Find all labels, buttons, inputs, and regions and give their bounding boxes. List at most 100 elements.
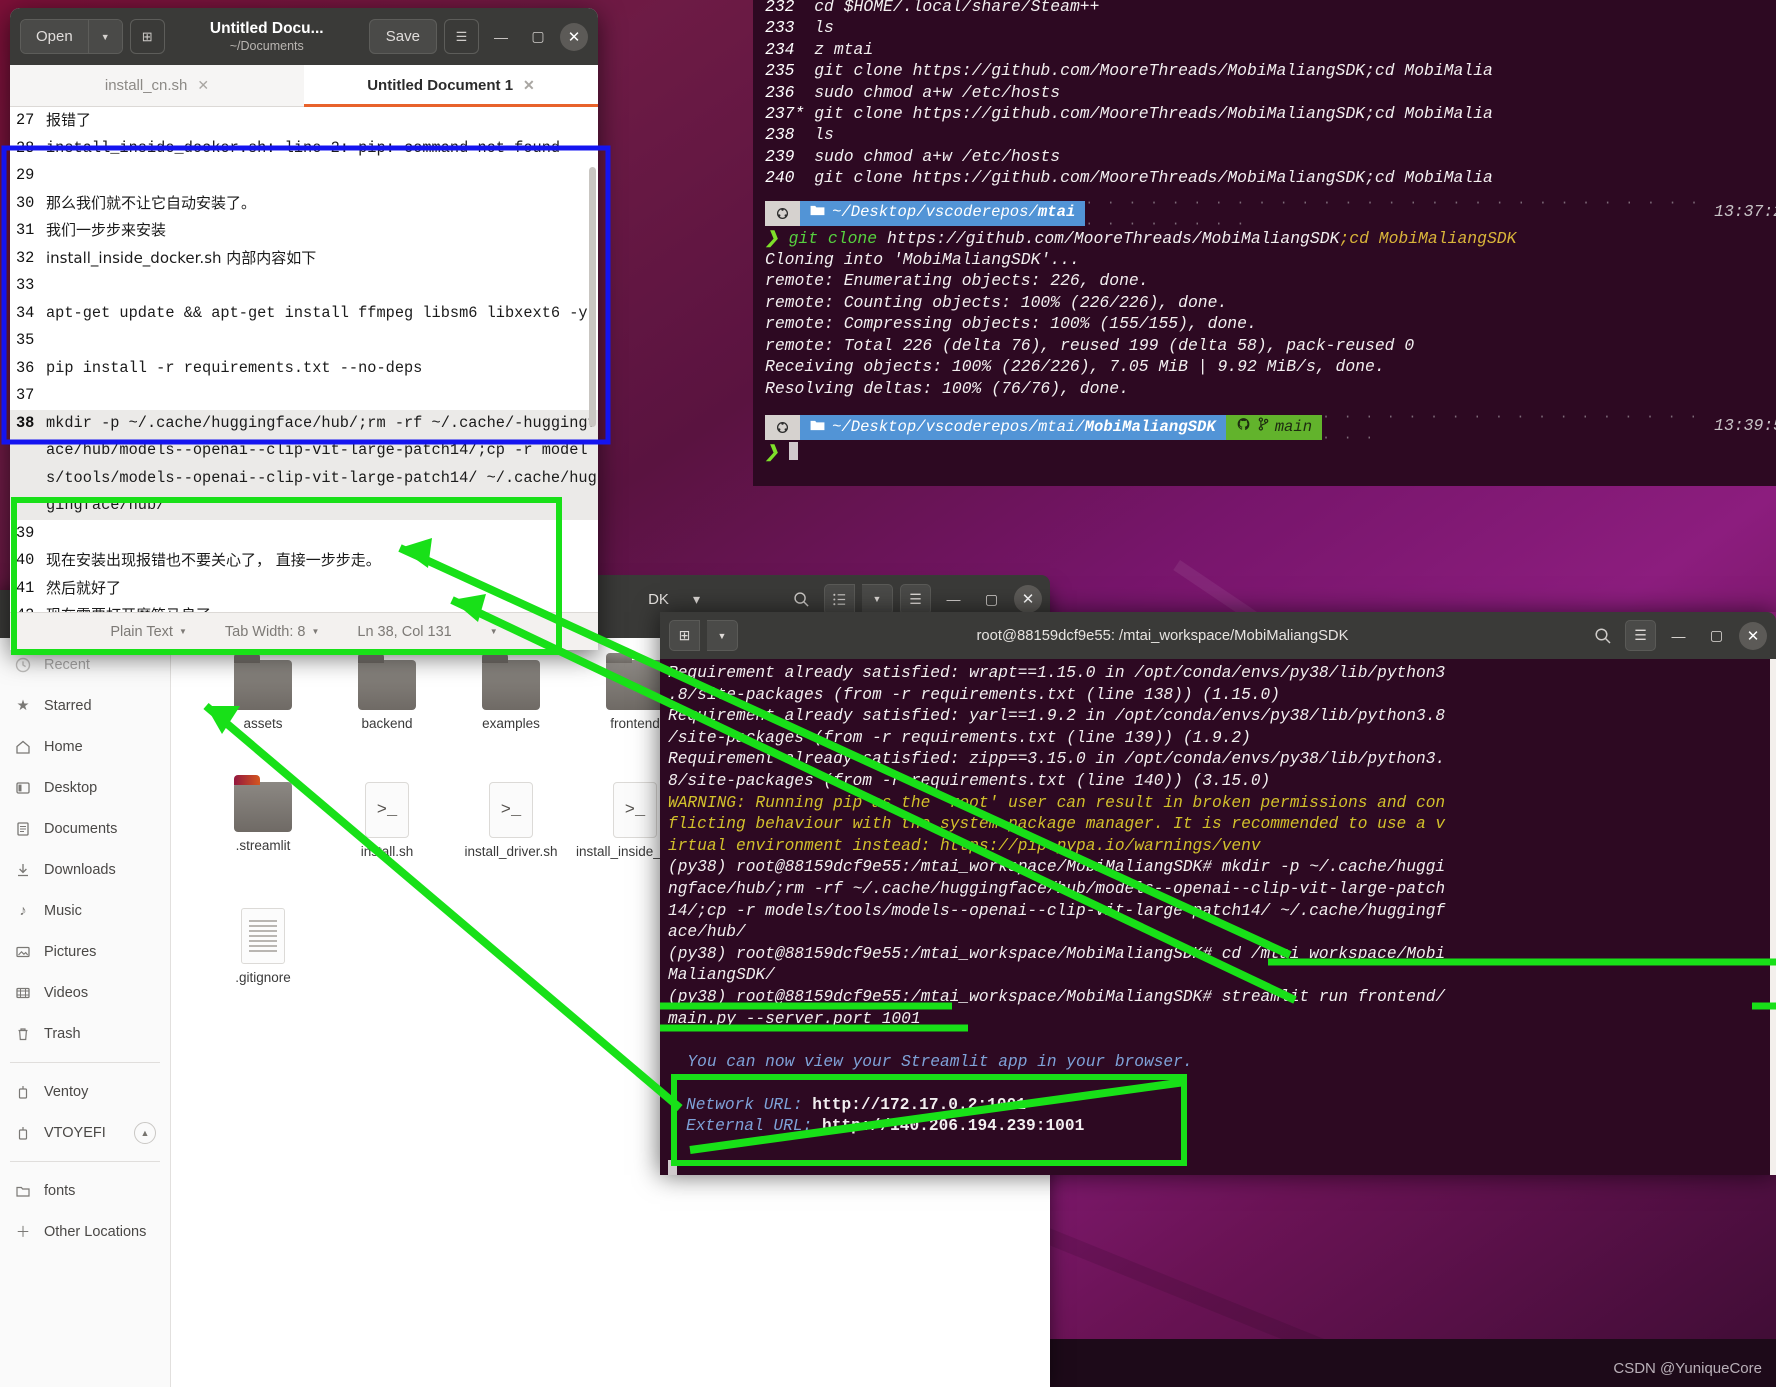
close-icon[interactable]: ✕: [1739, 621, 1767, 650]
sidebar-item-ventoy[interactable]: Ventoy: [0, 1071, 170, 1112]
chevron-down-icon[interactable]: ▼: [707, 620, 738, 651]
command-line[interactable]: ❯: [753, 441, 1776, 463]
cursor-position[interactable]: Ln 38, Col 131: [357, 624, 451, 640]
external-url-label: External URL:: [686, 1117, 813, 1136]
history-number: 236: [765, 82, 795, 102]
terminal-output-line: Requirement already satisfied: yarl==1.9…: [668, 707, 1446, 726]
history-command: git clone https://github.com/MooreThread…: [814, 61, 1493, 81]
editor-text-area[interactable]: 27 报错了 28 install_inside_docker.sh: line 2…: [10, 107, 598, 612]
line-text: pip install -r requirements.txt --no-dep…: [46, 358, 423, 377]
history-line: 233 ls: [753, 17, 1776, 38]
search-icon[interactable]: [786, 584, 817, 615]
sidebar-item-videos[interactable]: Videos: [0, 972, 170, 1013]
close-icon[interactable]: ✕: [560, 22, 588, 51]
maximize-icon[interactable]: ▢: [523, 22, 553, 52]
language-selector[interactable]: Plain Text ▼: [110, 624, 187, 640]
statusbar-menu[interactable]: ▼: [490, 627, 498, 636]
new-tab-icon[interactable]: ⊞: [669, 620, 700, 651]
docker-terminal-output[interactable]: Requirement already satisfied: wrapt==1.…: [660, 659, 1776, 1175]
maximize-icon[interactable]: ▢: [1701, 620, 1732, 651]
file-item[interactable]: backend: [325, 653, 449, 782]
command-url: https://github.com/MooreThreads/MobiMali…: [877, 228, 1340, 248]
close-icon[interactable]: ✕: [197, 77, 209, 94]
new-tab-icon[interactable]: ⊞: [129, 19, 165, 54]
sidebar-item-downloads[interactable]: Downloads: [0, 849, 170, 890]
history-line: 232 cd $HOME/.local/share/Steam++: [753, 0, 1776, 17]
zsh-terminal-window[interactable]: 232 cd $HOME/.local/share/Steam++ 233 ls…: [753, 0, 1776, 486]
external-url-line: External URL: http://140.206.194.239:100…: [664, 1116, 1776, 1138]
close-icon[interactable]: ✕: [523, 77, 535, 94]
chevron-down-icon[interactable]: ▼: [87, 20, 122, 53]
history-line: 235 git clone https://github.com/MooreTh…: [753, 60, 1776, 81]
docker-terminal-window: ⊞ ▼ root@88159dcf9e55: /mtai_workspace/M…: [660, 612, 1776, 1175]
sidebar-item-starred[interactable]: ★ Starred: [0, 685, 170, 726]
video-icon: [14, 984, 32, 1002]
open-button[interactable]: Open ▼: [20, 19, 123, 54]
sidebar-item-trash[interactable]: Trash: [0, 1013, 170, 1054]
editor-scrollbar[interactable]: [589, 167, 596, 427]
sidebar-item-label: VTOYEFI: [44, 1124, 106, 1141]
watermark: CSDN @YuniqueCore: [1613, 1360, 1762, 1377]
editor-line: 29: [10, 162, 598, 190]
sidebar-item-home[interactable]: Home: [0, 726, 170, 767]
prompt-dots: · · · · · · · · · · · · · · · · · · · · …: [1085, 200, 1701, 226]
save-button[interactable]: Save: [368, 19, 437, 54]
sidebar-item-music[interactable]: ♪ Music: [0, 890, 170, 931]
prompt-path-prefix: ~/Desktop/vscoderepos/: [832, 203, 1038, 222]
shell-prompt-bar: ~/Desktop/vscoderepos/mtai/MobiMaliangSD…: [765, 414, 1776, 440]
line-number: 38: [16, 413, 35, 432]
tab-untitled-document-1[interactable]: Untitled Document 1 ✕: [304, 65, 598, 107]
file-name: install.sh: [360, 844, 414, 859]
chevron-down-icon: ▼: [311, 627, 320, 636]
close-icon[interactable]: ✕: [1014, 585, 1042, 613]
chevron-down-icon: ▼: [178, 627, 187, 636]
minimize-icon[interactable]: —: [938, 584, 969, 615]
file-item[interactable]: >_ install_driver.sh: [449, 782, 573, 904]
sidebar-item-desktop[interactable]: Desktop: [0, 767, 170, 808]
file-item[interactable]: >_ install.sh: [325, 782, 449, 904]
minimize-icon[interactable]: —: [486, 22, 516, 52]
network-url-value[interactable]: http://172.17.0.2:1001: [812, 1096, 1026, 1114]
editor-line: 39: [10, 520, 598, 548]
line-number: 31: [16, 221, 35, 239]
terminal-output-line: (py38) root@88159dcf9e55:/mtai_workspace…: [668, 944, 1446, 963]
sidebar-item-pictures[interactable]: Pictures: [0, 931, 170, 972]
sidebar-divider: [10, 1062, 160, 1063]
sidebar-item-label: Trash: [44, 1025, 81, 1042]
sidebar-item-recent[interactable]: Recent: [0, 644, 170, 685]
sidebar-item-label: Recent: [44, 656, 90, 673]
file-item[interactable]: .gitignore: [201, 908, 325, 1030]
minimize-icon[interactable]: —: [1663, 620, 1694, 651]
ubuntu-icon: [765, 200, 800, 226]
editor-titlebar: Open ▼ ⊞ Untitled Docu... ~/Documents Sa…: [10, 8, 598, 65]
file-item[interactable]: assets: [201, 653, 325, 782]
eject-icon[interactable]: ▲: [134, 1121, 156, 1144]
list-icon[interactable]: [824, 583, 855, 615]
line-number: 30: [16, 193, 35, 212]
hamburger-icon[interactable]: ☰: [444, 19, 479, 54]
docker-terminal-scrollbar[interactable]: [1770, 659, 1776, 1175]
chevron-down-icon[interactable]: ▼: [862, 583, 893, 615]
history-command: ls: [814, 125, 834, 145]
download-icon: [14, 861, 32, 879]
hamburger-icon[interactable]: ☰: [900, 583, 931, 615]
sidebar-item-fonts[interactable]: fonts: [0, 1170, 170, 1211]
maximize-icon[interactable]: ▢: [976, 584, 1007, 615]
tab-width-selector[interactable]: Tab Width: 8 ▼: [225, 624, 320, 640]
prompt-path-prefix: ~/Desktop/vscoderepos/mtai/: [832, 417, 1085, 436]
hamburger-icon[interactable]: ☰: [1625, 620, 1656, 651]
file-item[interactable]: .streamlit: [201, 775, 325, 904]
terminal-output-line: /site-packages (from -r requirements.txt…: [668, 728, 1251, 747]
terminal-output-line: Cloning into 'MobiMaliangSDK'...: [765, 250, 1080, 270]
sidebar-item-label: Pictures: [44, 943, 97, 960]
tab-install-cn-sh[interactable]: install_cn.sh ✕: [10, 65, 304, 106]
search-icon[interactable]: [1587, 620, 1618, 651]
line-text: install_inside_docker.sh 内部内容如下: [46, 248, 317, 267]
file-item[interactable]: examples: [449, 653, 573, 782]
sidebar-item-vtoyefi[interactable]: VTOYEFI ▲: [0, 1112, 170, 1153]
sidebar-item-other-locations[interactable]: ＋ Other Locations: [0, 1211, 170, 1252]
external-url-value[interactable]: http://140.206.194.239:1001: [822, 1117, 1084, 1135]
chevron-down-icon[interactable]: ▾: [681, 584, 712, 615]
sidebar-item-documents[interactable]: Documents: [0, 808, 170, 849]
